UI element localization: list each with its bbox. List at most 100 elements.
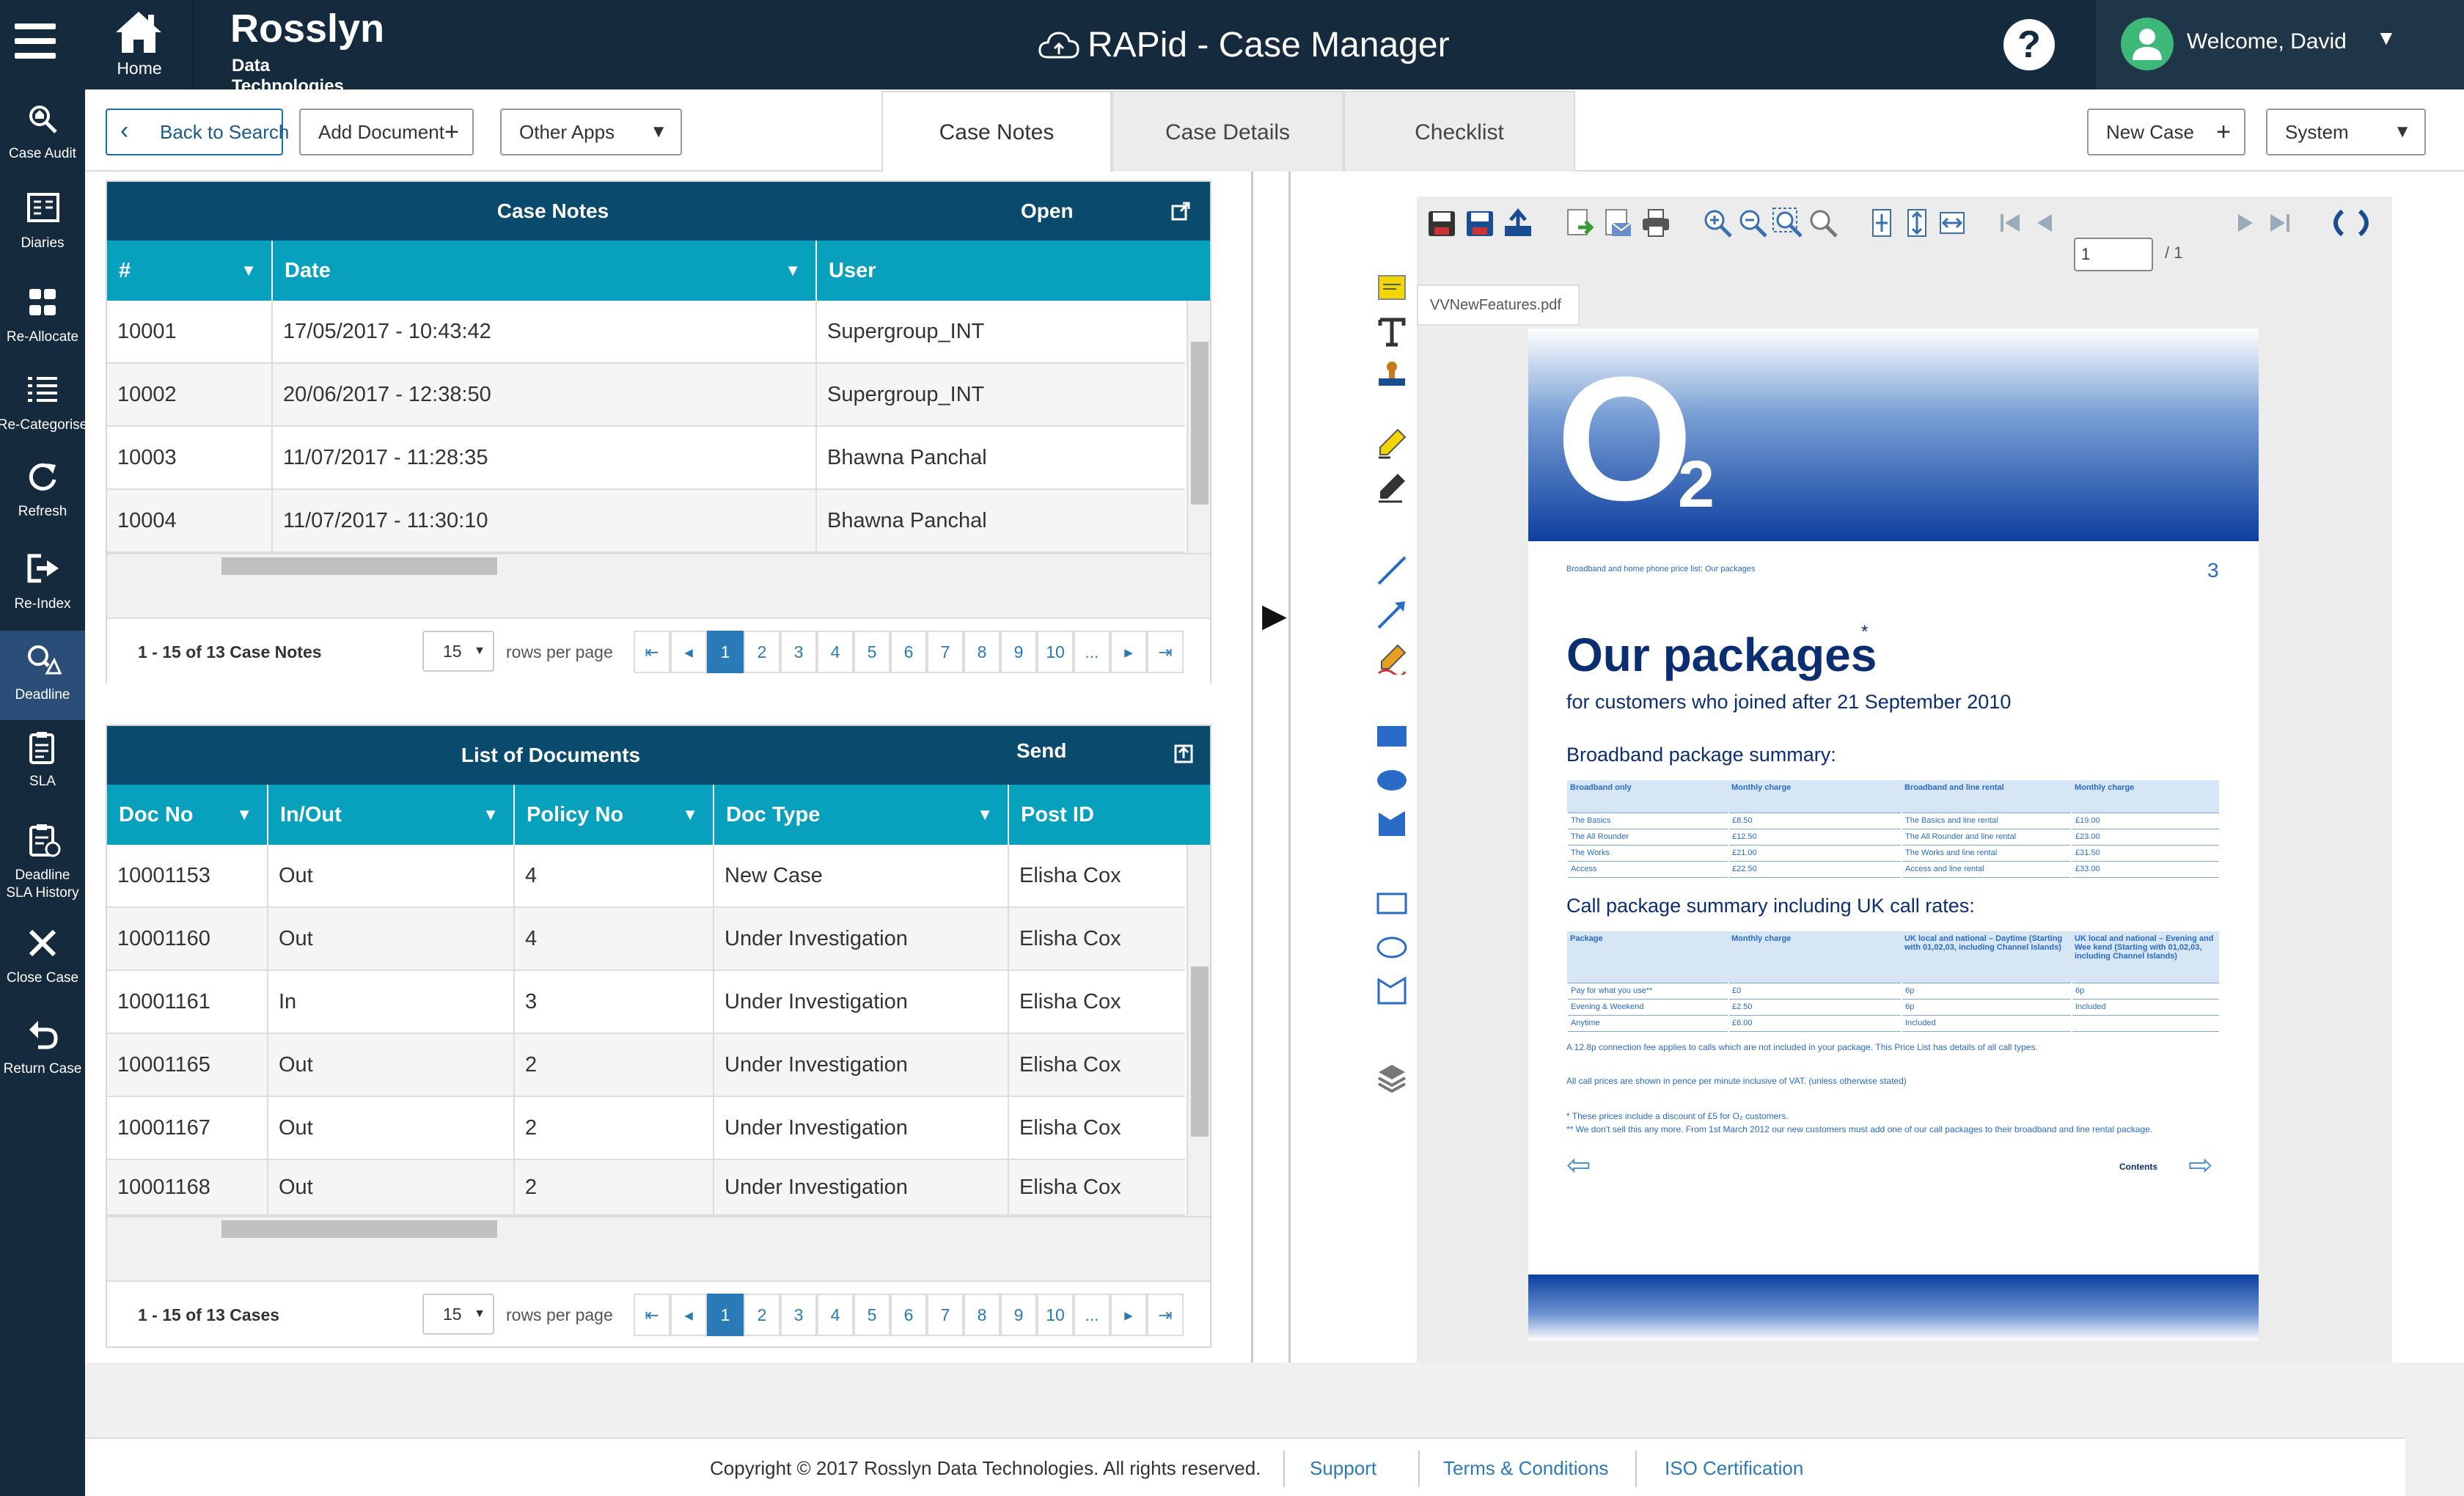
table-row[interactable]: 10001160 Out 4 Under Investigation Elish… bbox=[107, 908, 1185, 971]
rotate-left-icon[interactable] bbox=[2323, 207, 2353, 239]
page-button[interactable]: 1 bbox=[707, 631, 744, 673]
sidebar-item-deadline-sla-history[interactable]: Deadline SLA History bbox=[0, 810, 85, 906]
last-page-button[interactable]: ⇥ bbox=[1147, 631, 1184, 673]
polygon-outline-icon[interactable] bbox=[1376, 975, 1408, 1008]
sidebar-item-close-case[interactable]: Close Case bbox=[0, 914, 85, 1003]
polygon-fill-icon[interactable] bbox=[1376, 808, 1408, 840]
arrow-right-icon[interactable]: ⇨ bbox=[2188, 1148, 2213, 1182]
print-icon[interactable] bbox=[1640, 207, 1672, 239]
save-icon[interactable] bbox=[1426, 207, 1458, 239]
table-row[interactable]: 10001161 In 3 Under Investigation Elisha… bbox=[107, 971, 1185, 1034]
sidebar-item-diaries[interactable]: Diaries bbox=[0, 179, 85, 268]
sidebar-item-re-categorise[interactable]: Re-Categorise bbox=[0, 361, 87, 450]
rows-per-page-select[interactable]: 15 ▼ bbox=[422, 1294, 494, 1335]
add-document-button[interactable]: Add Document + bbox=[299, 109, 474, 155]
last-page-button[interactable]: ⇥ bbox=[1147, 1294, 1184, 1336]
last-page-icon[interactable] bbox=[2265, 207, 2294, 239]
sidebar-item-case-audit[interactable]: Case Audit bbox=[0, 89, 85, 179]
page-ellipsis[interactable]: ... bbox=[1074, 1294, 1110, 1336]
page-button[interactable]: 5 bbox=[854, 631, 890, 673]
next-page-button[interactable]: ▸ bbox=[1110, 631, 1147, 673]
next-page-icon[interactable] bbox=[2231, 207, 2260, 239]
page-button[interactable]: 7 bbox=[927, 631, 964, 673]
freehand-tool-icon[interactable] bbox=[1376, 642, 1408, 675]
zoom-in-icon[interactable] bbox=[1701, 207, 1734, 239]
column-header-doc-type[interactable]: Doc Type ▼ bbox=[714, 785, 1009, 845]
send-button[interactable]: Send bbox=[994, 726, 1210, 785]
table-row[interactable]: 10003 11/07/2017 - 11:28:35 Bhawna Panch… bbox=[107, 427, 1185, 490]
page-button[interactable]: 9 bbox=[1000, 1294, 1037, 1336]
terms-link[interactable]: Terms & Conditions bbox=[1443, 1439, 1608, 1496]
prev-page-button[interactable]: ◂ bbox=[670, 631, 707, 673]
sidebar-item-refresh[interactable]: Refresh bbox=[0, 447, 85, 537]
horizontal-scrollbar[interactable] bbox=[107, 1216, 1210, 1239]
first-page-icon[interactable] bbox=[1996, 207, 2025, 239]
first-page-button[interactable]: ⇤ bbox=[634, 631, 670, 673]
page-button[interactable]: 2 bbox=[744, 1294, 780, 1336]
back-to-search-button[interactable]: ‹ Back to Search bbox=[106, 109, 289, 155]
sidebar-item-deadline[interactable]: Deadline bbox=[0, 631, 85, 720]
filter-icon[interactable]: ▼ bbox=[682, 785, 698, 845]
page-button[interactable]: 6 bbox=[890, 1294, 927, 1336]
filter-icon[interactable]: ▼ bbox=[483, 785, 499, 845]
ellipse-fill-icon[interactable] bbox=[1376, 764, 1408, 796]
next-page-button[interactable]: ▸ bbox=[1110, 1294, 1147, 1336]
page-button[interactable]: 6 bbox=[890, 631, 927, 673]
table-row[interactable]: 10002 20/06/2017 - 12:38:50 Supergroup_I… bbox=[107, 364, 1185, 427]
iso-certification-link[interactable]: ISO Certification bbox=[1665, 1439, 1803, 1496]
sidebar-item-return-case[interactable]: Return Case bbox=[0, 1005, 85, 1094]
column-header-user[interactable]: User bbox=[817, 241, 1210, 301]
table-row[interactable]: 10001165 Out 2 Under Investigation Elish… bbox=[107, 1034, 1185, 1097]
fit-width-icon[interactable] bbox=[1936, 207, 1968, 239]
table-row[interactable]: 10001 17/05/2017 - 10:43:42 Supergroup_I… bbox=[107, 301, 1185, 364]
page-button[interactable]: 7 bbox=[927, 1294, 964, 1336]
table-row[interactable]: 10001153 Out 4 New Case Elisha Cox bbox=[107, 845, 1185, 908]
column-header-post-id[interactable]: Post ID bbox=[1009, 785, 1210, 845]
rows-per-page-select[interactable]: 15 ▼ bbox=[422, 631, 494, 672]
filter-icon[interactable]: ▼ bbox=[977, 785, 993, 845]
table-row[interactable]: 10001168 Out 2 Under Investigation Elish… bbox=[107, 1160, 1185, 1216]
zoom-out-icon[interactable] bbox=[1737, 207, 1769, 239]
page-button[interactable]: 5 bbox=[854, 1294, 890, 1336]
export-icon[interactable] bbox=[1563, 207, 1596, 239]
first-page-button[interactable]: ⇤ bbox=[634, 1294, 670, 1336]
page-button[interactable]: 10 bbox=[1037, 631, 1074, 673]
column-header-doc-no[interactable]: Doc No ▼ bbox=[107, 785, 268, 845]
prev-page-button[interactable]: ◂ bbox=[670, 1294, 707, 1336]
expand-arrow-icon[interactable]: ▶ bbox=[1262, 597, 1287, 634]
pen-icon[interactable] bbox=[1376, 471, 1408, 503]
arrow-tool-icon[interactable] bbox=[1376, 598, 1408, 631]
email-icon[interactable] bbox=[1602, 207, 1634, 239]
sidebar-item-re-index[interactable]: Re-Index bbox=[0, 540, 85, 629]
tab-case-details[interactable]: Case Details bbox=[1112, 91, 1343, 172]
sidebar-item-re-allocate[interactable]: Re-Allocate bbox=[0, 273, 85, 362]
tab-checklist[interactable]: Checklist bbox=[1343, 91, 1575, 172]
column-header-in-out[interactable]: In/Out ▼ bbox=[268, 785, 515, 845]
arrow-left-icon[interactable]: ⇦ bbox=[1566, 1148, 1591, 1182]
save-as-icon[interactable] bbox=[1464, 207, 1496, 239]
column-header-number[interactable]: # ▼ bbox=[107, 241, 273, 301]
filter-icon[interactable]: ▼ bbox=[241, 241, 257, 301]
system-dropdown[interactable]: System ▼ bbox=[2266, 109, 2426, 155]
table-row[interactable]: 10004 11/07/2017 - 11:30:10 Bhawna Panch… bbox=[107, 490, 1185, 553]
page-button[interactable]: 4 bbox=[817, 1294, 854, 1336]
help-icon[interactable]: ? bbox=[2003, 19, 2055, 70]
tab-case-notes[interactable]: Case Notes bbox=[881, 91, 1112, 172]
rectangle-outline-icon[interactable] bbox=[1376, 887, 1408, 920]
fit-page-icon[interactable] bbox=[1866, 207, 1898, 239]
layers-icon[interactable] bbox=[1376, 1062, 1408, 1094]
page-number-input[interactable]: 1 bbox=[2074, 238, 2153, 271]
new-case-button[interactable]: New Case + bbox=[2087, 109, 2245, 155]
page-button[interactable]: 1 bbox=[707, 1294, 744, 1336]
fit-height-icon[interactable] bbox=[1901, 207, 1933, 239]
line-tool-icon[interactable] bbox=[1376, 554, 1408, 587]
table-row[interactable]: 10001167 Out 2 Under Investigation Elish… bbox=[107, 1097, 1185, 1160]
page-button[interactable]: 4 bbox=[817, 631, 854, 673]
scrollbar-thumb[interactable] bbox=[221, 1220, 497, 1238]
hamburger-menu-icon[interactable] bbox=[12, 18, 59, 65]
sidebar-item-sla[interactable]: SLA bbox=[0, 717, 85, 807]
zoom-area-icon[interactable] bbox=[1772, 207, 1804, 239]
page-button[interactable]: 10 bbox=[1037, 1294, 1074, 1336]
page-button[interactable]: 3 bbox=[780, 631, 817, 673]
document-tab[interactable]: VVNewFeatures.pdf bbox=[1417, 285, 1580, 326]
